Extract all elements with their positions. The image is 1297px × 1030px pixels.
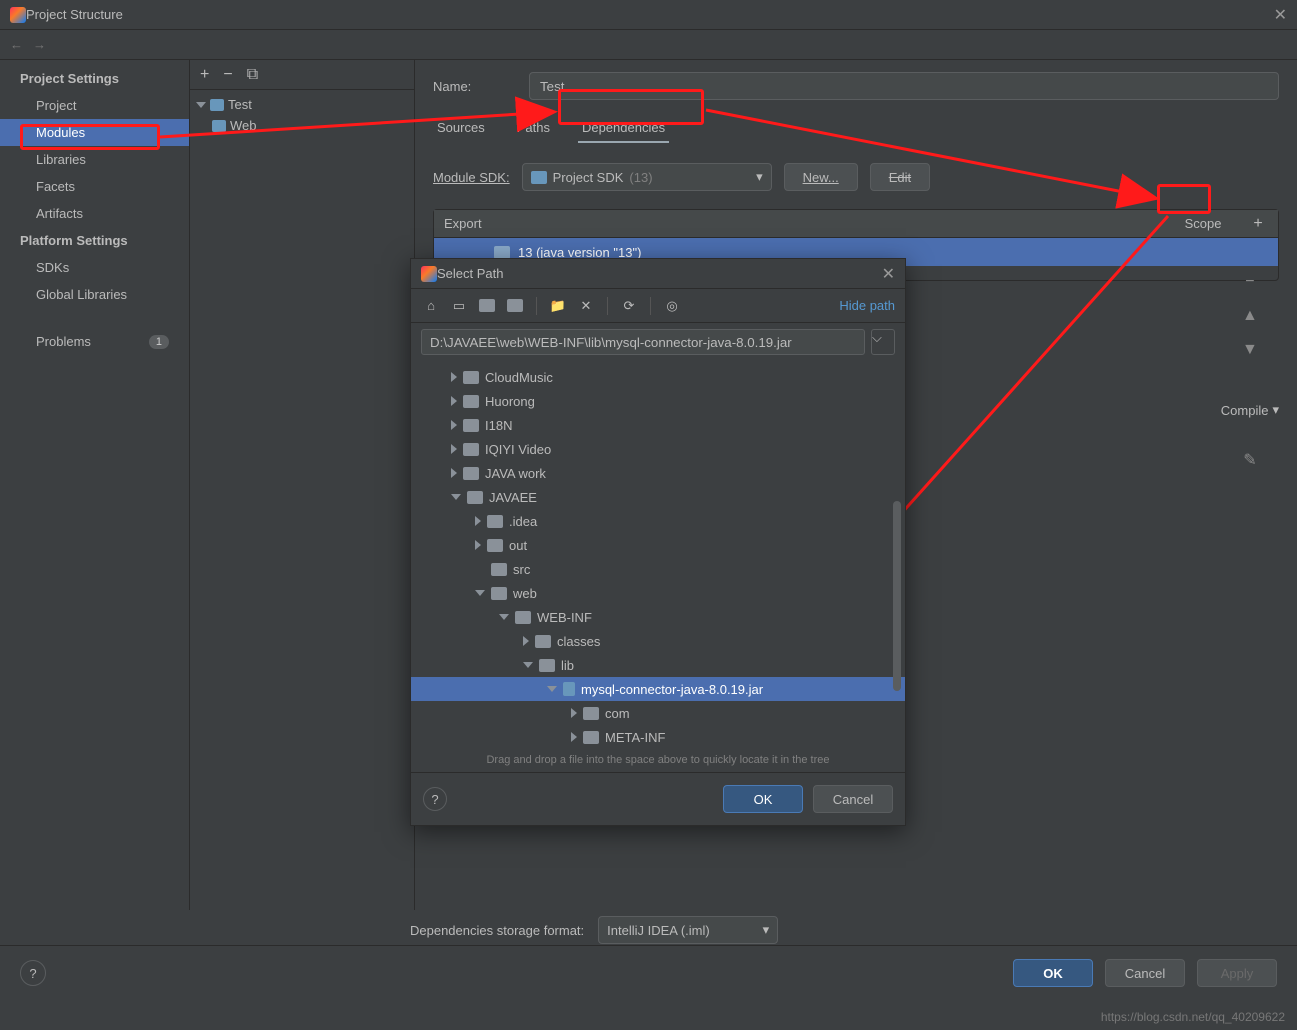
sidebar-item-global-libraries[interactable]: Global Libraries xyxy=(0,281,189,308)
copy-module-icon[interactable]: ⧉ xyxy=(247,66,258,84)
tree-node[interactable]: web xyxy=(411,581,905,605)
tree-node[interactable]: classes xyxy=(411,629,905,653)
tree-node[interactable]: META-INF xyxy=(411,725,905,748)
tree-node[interactable]: .idea xyxy=(411,509,905,533)
sdk-icon xyxy=(531,171,547,184)
sdk-folder-icon xyxy=(494,246,510,259)
problems-count-badge: 1 xyxy=(149,335,169,349)
scrollbar[interactable] xyxy=(893,501,901,691)
dialog-close-icon[interactable]: ✕ xyxy=(882,264,895,284)
module-label: Test xyxy=(228,97,252,112)
sidebar-heading-platform-settings: Platform Settings xyxy=(0,227,189,254)
problems-label: Problems xyxy=(36,334,91,349)
sidebar-heading-project-settings: Project Settings xyxy=(0,65,189,92)
edit-dep-icon[interactable]: ✎ xyxy=(1238,448,1262,472)
tree-node[interactable]: src xyxy=(411,557,905,581)
show-hidden-icon[interactable]: ◎ xyxy=(662,296,682,316)
tree-node[interactable]: IQIYI Video xyxy=(411,437,905,461)
add-module-icon[interactable]: + xyxy=(200,66,209,84)
storage-label: Dependencies storage format: xyxy=(410,923,584,938)
desktop-icon[interactable]: ▭ xyxy=(449,296,469,316)
facet-node[interactable]: Web xyxy=(190,115,414,136)
table-header-scope: Scope xyxy=(1168,216,1238,231)
tab-sources[interactable]: Sources xyxy=(433,114,489,143)
sidebar-item-facets[interactable]: Facets xyxy=(0,173,189,200)
sidebar-item-sdks[interactable]: SDKs xyxy=(0,254,189,281)
dialog-cancel-button[interactable]: Cancel xyxy=(813,785,893,813)
home-icon[interactable]: ⌂ xyxy=(421,296,441,316)
select-path-dialog: Select Path ✕ ⌂ ▭ 📁 ✕ ⟳ ◎ Hide path ⌵ Cl… xyxy=(410,258,906,826)
app-icon xyxy=(10,7,26,23)
sidebar-item-project[interactable]: Project xyxy=(0,92,189,119)
scope-dropdown[interactable]: Compile▾ xyxy=(1221,402,1279,418)
close-icon[interactable]: ✕ xyxy=(1274,5,1287,25)
sidebar: Project Settings Project Modules Librari… xyxy=(0,60,190,910)
chevron-down-icon: ▾ xyxy=(756,169,763,185)
tree-node[interactable]: JAVAEE xyxy=(411,485,905,509)
sdk-value-prefix: Project SDK xyxy=(553,170,624,185)
forward-icon[interactable]: → xyxy=(33,37,46,52)
project-dir-icon[interactable] xyxy=(477,296,497,316)
chevron-down-icon: ▾ xyxy=(763,922,770,938)
move-down-icon[interactable]: ▼ xyxy=(1238,338,1262,362)
delete-icon[interactable]: ✕ xyxy=(576,296,596,316)
module-tree-panel: + − ⧉ Test Web xyxy=(190,60,415,910)
tree-node[interactable]: Huorong xyxy=(411,389,905,413)
tree-node[interactable]: JAVA work xyxy=(411,461,905,485)
jar-icon xyxy=(563,682,575,696)
edit-sdk-button[interactable]: Edit xyxy=(870,163,930,191)
name-input[interactable] xyxy=(529,72,1279,100)
sdk-value-suffix: (13) xyxy=(629,170,652,185)
tab-dependencies[interactable]: Dependencies xyxy=(578,114,669,143)
table-header-export: Export xyxy=(444,216,1168,231)
cancel-button[interactable]: Cancel xyxy=(1105,959,1185,987)
back-icon[interactable]: ← xyxy=(10,37,23,52)
tree-node[interactable]: WEB-INF xyxy=(411,605,905,629)
tree-node[interactable]: out xyxy=(411,533,905,557)
dialog-help-button[interactable]: ? xyxy=(423,787,447,811)
tree-node-selected[interactable]: mysql-connector-java-8.0.19.jar xyxy=(411,677,905,701)
move-up-icon[interactable]: ▲ xyxy=(1238,304,1262,328)
dialog-ok-button[interactable]: OK xyxy=(723,785,803,813)
module-sdk-dropdown[interactable]: Project SDK (13) ▾ xyxy=(522,163,772,191)
name-label: Name: xyxy=(433,79,513,94)
history-dropdown-icon[interactable]: ⌵ xyxy=(871,329,895,355)
tree-node[interactable]: com xyxy=(411,701,905,725)
web-facet-icon xyxy=(212,120,226,132)
storage-format-dropdown[interactable]: IntelliJ IDEA (.iml) ▾ xyxy=(598,916,778,944)
tree-node[interactable]: I18N xyxy=(411,413,905,437)
tab-paths[interactable]: Paths xyxy=(513,114,554,143)
ok-button[interactable]: OK xyxy=(1013,959,1093,987)
apply-button[interactable]: Apply xyxy=(1197,959,1277,987)
watermark-text: https://blog.csdn.net/qq_40209622 xyxy=(1101,1010,1285,1024)
expand-icon[interactable] xyxy=(196,102,206,108)
window-title: Project Structure xyxy=(26,7,123,22)
path-input[interactable] xyxy=(421,329,865,355)
drag-hint: Drag and drop a file into the space abov… xyxy=(411,748,905,772)
module-icon xyxy=(210,99,224,111)
module-dir-icon[interactable] xyxy=(505,296,525,316)
new-folder-icon[interactable]: 📁 xyxy=(548,296,568,316)
tree-node[interactable]: lib xyxy=(411,653,905,677)
dialog-title: Select Path xyxy=(437,266,504,281)
module-sdk-label: Module SDK: xyxy=(433,170,510,185)
sidebar-item-modules[interactable]: Modules xyxy=(0,119,189,146)
app-icon xyxy=(421,266,437,282)
add-dependency-button[interactable]: + xyxy=(1238,215,1278,233)
file-tree: CloudMusic Huorong I18N IQIYI Video JAVA… xyxy=(411,361,905,748)
refresh-icon[interactable]: ⟳ xyxy=(619,296,639,316)
new-sdk-button[interactable]: New... xyxy=(784,163,858,191)
remove-dep-icon[interactable]: − xyxy=(1238,270,1262,294)
sidebar-item-libraries[interactable]: Libraries xyxy=(0,146,189,173)
facet-label: Web xyxy=(230,118,257,133)
remove-module-icon[interactable]: − xyxy=(223,66,232,84)
help-button[interactable]: ? xyxy=(20,960,46,986)
hide-path-link[interactable]: Hide path xyxy=(839,298,895,313)
sidebar-item-problems[interactable]: Problems 1 xyxy=(0,328,189,355)
sidebar-item-artifacts[interactable]: Artifacts xyxy=(0,200,189,227)
tree-node[interactable]: CloudMusic xyxy=(411,365,905,389)
module-node[interactable]: Test xyxy=(190,94,414,115)
